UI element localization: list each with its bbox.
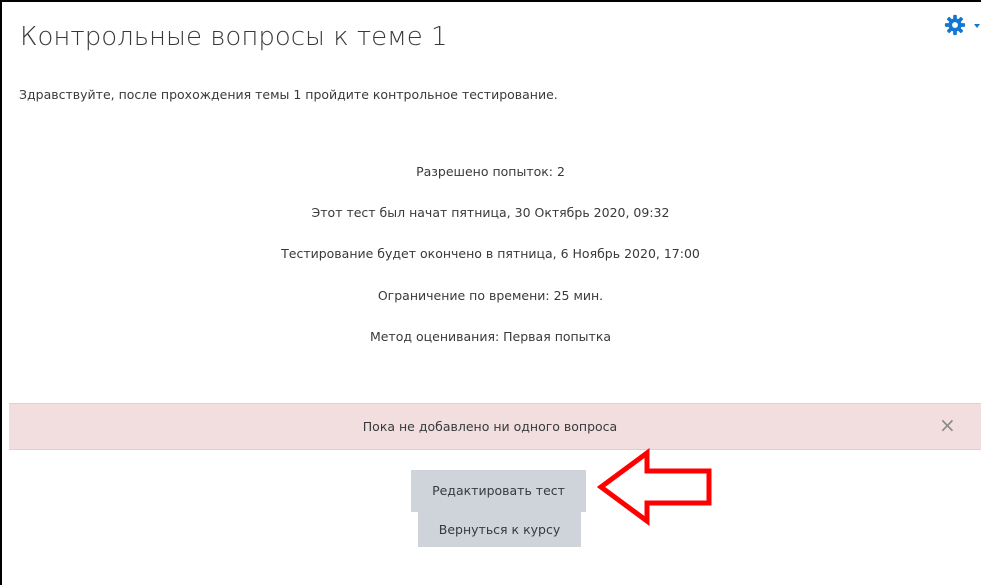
close-icon[interactable]: ×	[939, 415, 956, 435]
info-time-limit: Ограничение по времени: 25 мин.	[377, 288, 604, 303]
alert-message: Пока не добавлено ни одного вопроса	[362, 419, 618, 434]
arrow-left-icon	[597, 448, 712, 526]
info-attempts: Разрешено попыток: 2	[416, 164, 565, 179]
edit-quiz-button[interactable]: Редактировать тест	[411, 470, 586, 512]
info-grading-method: Метод оценивания: Первая попытка	[369, 329, 612, 344]
back-to-course-button[interactable]: Вернуться к курсу	[418, 512, 581, 547]
page-title: Контрольные вопросы к теме 1	[20, 22, 448, 52]
info-closes: Тестирование будет окончено в пятница, 6…	[281, 246, 700, 261]
info-opened: Этот тест был начат пятница, 30 Октябрь …	[311, 205, 670, 220]
no-questions-alert: Пока не добавлено ни одного вопроса ×	[9, 403, 981, 450]
quiz-intro: Здравствуйте, после прохождения темы 1 п…	[19, 87, 558, 102]
chevron-down-icon[interactable]	[973, 22, 981, 30]
gear-icon[interactable]	[944, 14, 966, 36]
